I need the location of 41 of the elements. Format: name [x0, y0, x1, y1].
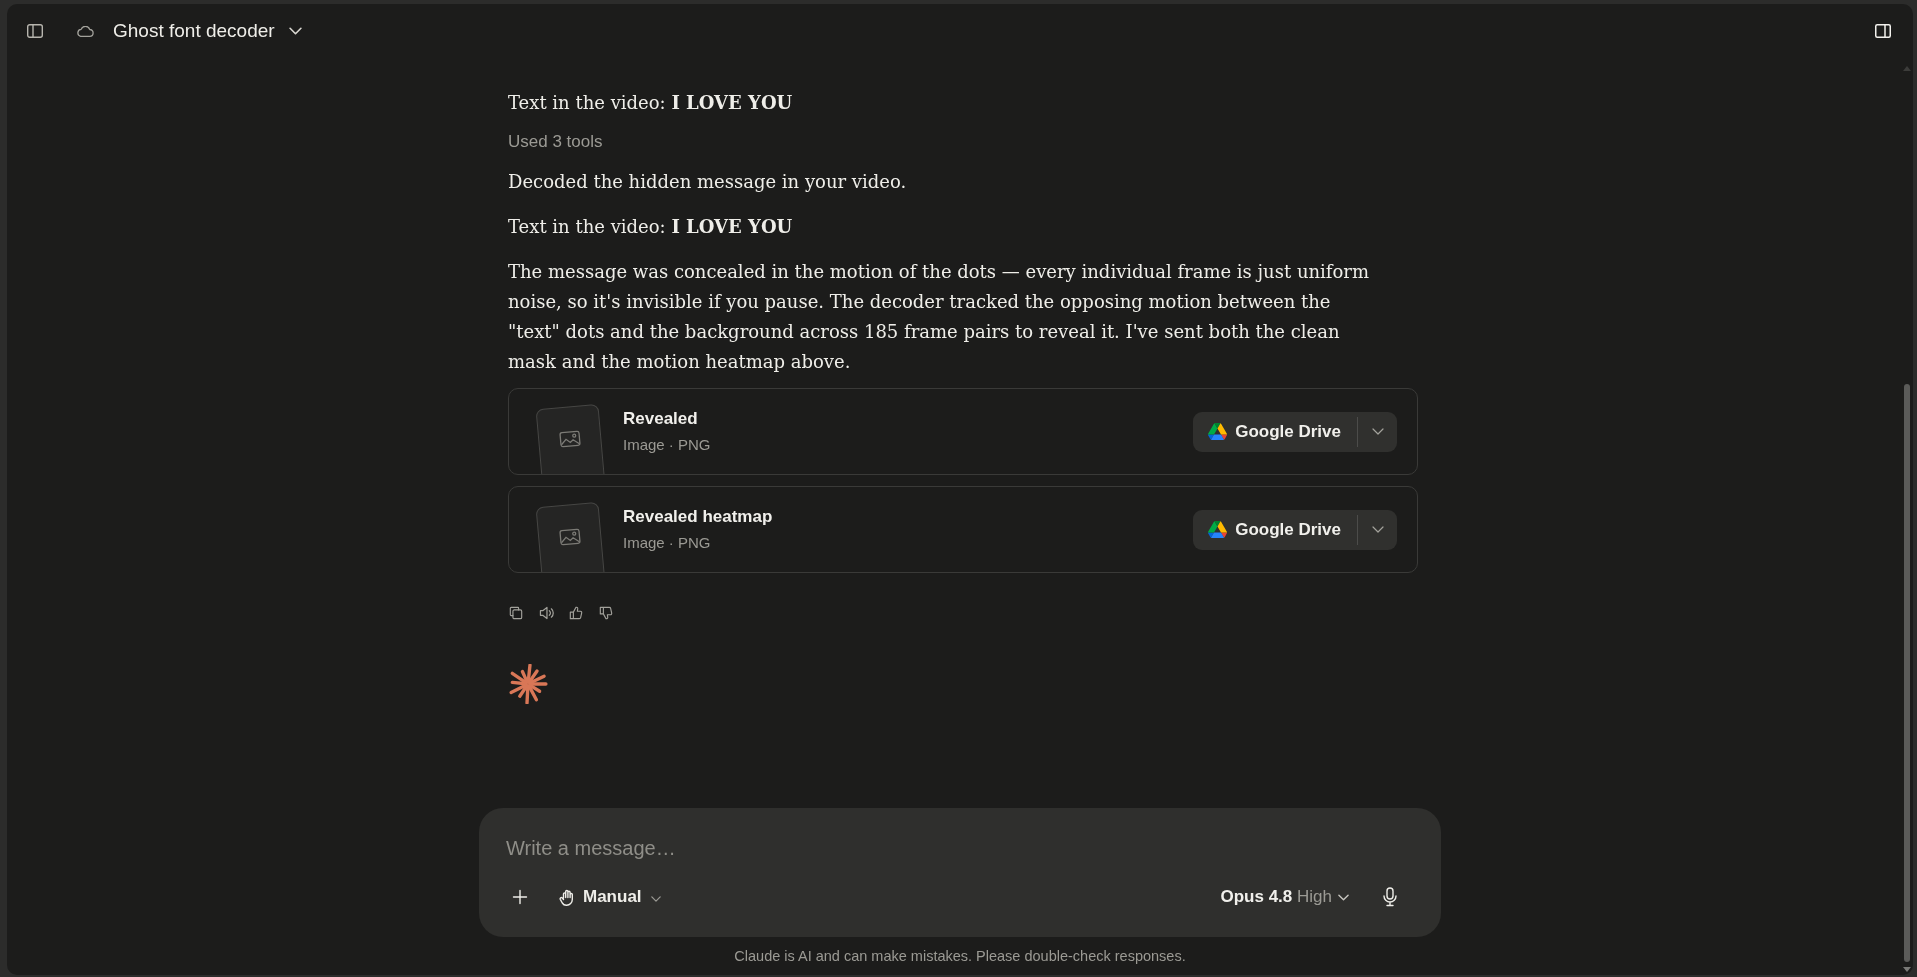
scrollbar-thumb[interactable] [1904, 384, 1910, 962]
file-type-label: Image · PNG [623, 533, 712, 553]
panel-icon [1875, 24, 1891, 38]
disclaimer-text: Claude is AI and can make mistakes. Please double-check responses. [734, 947, 1186, 966]
chevron-down-icon [650, 896, 661, 902]
copy-icon [509, 606, 523, 620]
file-type-label: Image · PNG [623, 435, 711, 455]
image-icon [559, 430, 581, 448]
message-paragraph: The message was concealed in the motion of the dots — every individual frame is just uniform noise, so it's invisible if you pause. The decoder tracked the opposing motion between the "text" dots and the background across 185 frame pairs to reveal it. I've sent both the clean mask and the motion heatmap above. [508, 260, 1371, 374]
triangle-logo-icon [1208, 521, 1228, 538]
hand-icon [559, 888, 575, 906]
chevron-down-icon [288, 27, 302, 35]
mode-selector[interactable]: Manual [553, 880, 667, 914]
message-composer[interactable]: Write a message… Manual Opus 4.8 High [479, 808, 1441, 937]
thumbs-down-icon [599, 606, 613, 620]
attachment-card[interactable]: Revealed heatmap Image · PNG Google Drive [508, 486, 1418, 573]
model-selector[interactable]: Opus 4.8 High [1214, 880, 1355, 914]
message-paragraph: Decoded the hidden message in your video. [508, 170, 908, 194]
save-to-drive-button[interactable]: Google Drive [1193, 411, 1357, 452]
scroll-down-icon[interactable] [1903, 967, 1911, 972]
plus-icon [512, 889, 528, 905]
save-to-drive-button[interactable]: Google Drive [1193, 509, 1357, 550]
chevron-down-icon [1371, 526, 1384, 533]
chat-title-button[interactable]: Ghost font decoder [109, 15, 306, 47]
tool-usage-toggle[interactable]: Used 3 tools [508, 130, 603, 154]
cloud-icon [76, 25, 94, 37]
attachment-card[interactable]: Revealed Image · PNG Google Drive [508, 388, 1418, 475]
message-input[interactable]: Write a message… [495, 824, 1425, 872]
file-title: Revealed [623, 408, 699, 430]
sidebar-icon [27, 24, 43, 38]
message-paragraph: Text in the video: I LOVE YOU [508, 215, 794, 239]
speaker-icon [538, 606, 554, 620]
microphone-icon [1382, 887, 1398, 907]
message-paragraph: Text in the video: I LOVE YOU [508, 91, 794, 115]
triangle-logo-icon [1208, 423, 1228, 440]
chevron-down-icon [1338, 894, 1349, 901]
thumbs-up-icon [569, 606, 583, 620]
starburst-icon [508, 664, 548, 704]
chevron-down-icon [1371, 428, 1384, 435]
image-icon [559, 528, 581, 546]
file-title: Revealed heatmap [623, 506, 773, 528]
